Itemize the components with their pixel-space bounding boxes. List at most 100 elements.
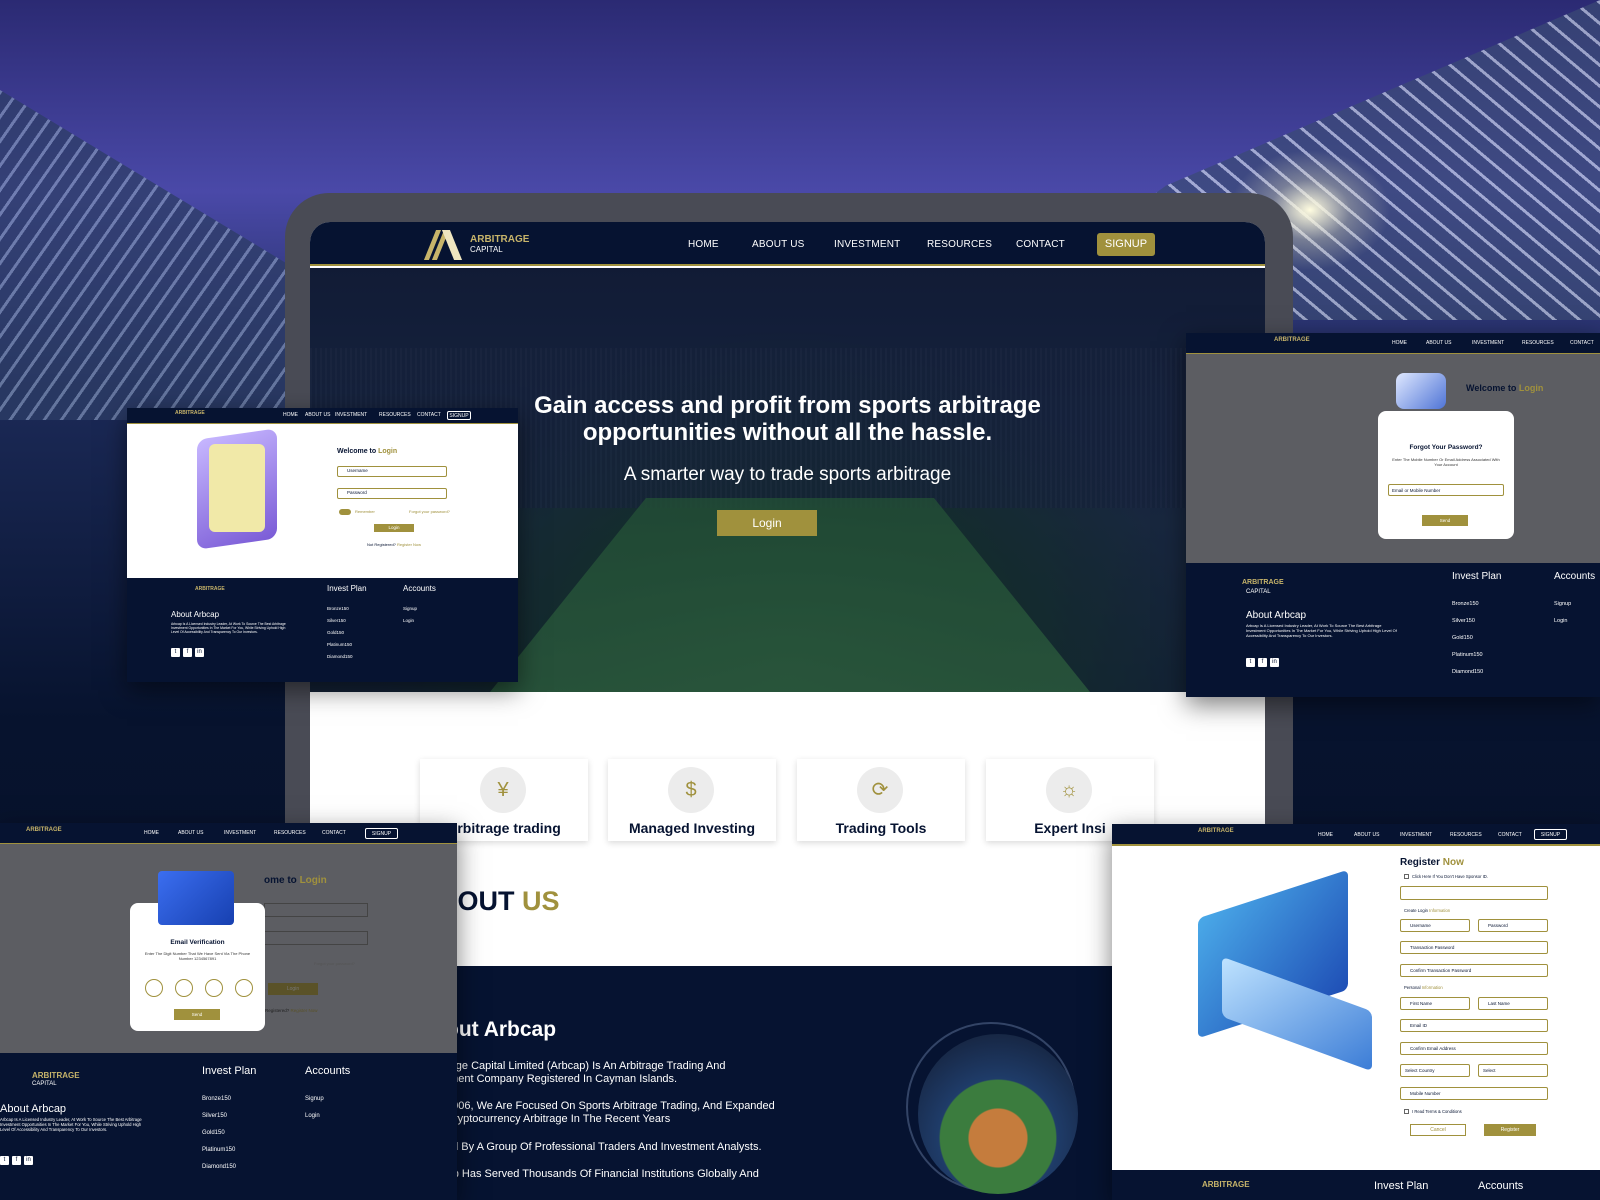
plan-link[interactable]: Bronze150 bbox=[327, 606, 349, 611]
nav-contact[interactable]: CONTACT bbox=[1570, 340, 1594, 346]
confirm-transaction-password-input[interactable]: Confirm Transaction Password bbox=[1400, 964, 1548, 977]
sponsor-id-input[interactable] bbox=[1400, 886, 1548, 900]
cancel-button[interactable]: Cancel bbox=[1410, 1124, 1466, 1136]
otp-digit-1[interactable] bbox=[145, 979, 163, 997]
twitter-icon[interactable]: t bbox=[171, 648, 180, 657]
facebook-icon[interactable]: f bbox=[183, 648, 192, 657]
nav-about-us[interactable]: ABOUT US bbox=[752, 239, 805, 250]
nav-home[interactable]: HOME bbox=[144, 830, 159, 836]
nav-contact[interactable]: CONTACT bbox=[322, 830, 346, 836]
nav-home[interactable]: HOME bbox=[688, 239, 719, 250]
login-link[interactable]: Login bbox=[305, 1113, 320, 1119]
sponsor-checkbox-label: Click Here If You Don't Have Sponsor ID. bbox=[1412, 874, 1488, 879]
last-name-input[interactable]: Last Name bbox=[1478, 997, 1548, 1010]
brand-logo-icon[interactable] bbox=[423, 228, 466, 260]
plan-link[interactable]: Diamond150 bbox=[202, 1164, 236, 1170]
plan-link[interactable]: Diamond150 bbox=[327, 654, 353, 659]
plan-link[interactable]: Platinum150 bbox=[1452, 652, 1483, 658]
brand-name: ARBITRAGE bbox=[175, 410, 205, 416]
linkedin-icon[interactable]: in bbox=[24, 1156, 33, 1165]
transaction-password-input[interactable]: Transaction Password bbox=[1400, 941, 1548, 954]
password-input[interactable]: Password bbox=[337, 488, 447, 499]
register-button[interactable]: Register bbox=[1484, 1124, 1536, 1136]
nav-investment[interactable]: INVESTMENT bbox=[834, 239, 900, 250]
signup-link[interactable]: Signup bbox=[403, 606, 417, 611]
state-select[interactable]: Select bbox=[1478, 1064, 1548, 1077]
footer-invest-title: Invest Plan bbox=[327, 584, 367, 593]
nav-investment[interactable]: INVESTMENT bbox=[1472, 340, 1504, 346]
plan-link[interactable]: Gold150 bbox=[1452, 635, 1473, 641]
nav-about-us[interactable]: ABOUT US bbox=[178, 830, 203, 836]
signup-link[interactable]: Signup bbox=[305, 1096, 324, 1102]
twitter-icon[interactable]: t bbox=[1246, 658, 1255, 667]
nav-resources[interactable]: RESOURCES bbox=[1450, 832, 1482, 838]
nav-home[interactable]: HOME bbox=[1392, 340, 1407, 346]
mobile-number-input[interactable]: Mobile Number bbox=[1400, 1087, 1548, 1100]
otp-digit-4[interactable] bbox=[235, 979, 253, 997]
nav-investment[interactable]: INVESTMENT bbox=[335, 412, 367, 418]
plan-link[interactable]: Platinum150 bbox=[327, 642, 352, 647]
login-link[interactable]: Login bbox=[403, 618, 414, 623]
nav-resources[interactable]: RESOURCES bbox=[1522, 340, 1554, 346]
linkedin-icon[interactable]: in bbox=[1270, 658, 1279, 667]
username-input[interactable]: Username bbox=[1400, 919, 1470, 932]
nav-home[interactable]: HOME bbox=[283, 412, 298, 418]
nav-home[interactable]: HOME bbox=[1318, 832, 1333, 838]
forgot-welcome: Welcome to Login bbox=[1466, 383, 1544, 393]
login-button[interactable]: Login bbox=[374, 524, 414, 532]
nav-about-us[interactable]: ABOUT US bbox=[305, 412, 330, 418]
facebook-icon[interactable]: f bbox=[1258, 658, 1267, 667]
signup-button[interactable]: SIGNUP bbox=[447, 411, 471, 420]
plan-link[interactable]: Silver150 bbox=[327, 618, 346, 623]
signup-button[interactable]: SIGNUP bbox=[1097, 233, 1155, 256]
social-links: t f in bbox=[1246, 658, 1279, 667]
service-card-tools[interactable]: ⟳ Trading Tools bbox=[797, 759, 965, 841]
nav-contact[interactable]: CONTACT bbox=[417, 412, 441, 418]
nav-about-us[interactable]: ABOUT US bbox=[1354, 832, 1379, 838]
login-panel-footer: ARBITRAGE About Arbcap Arbcap Is A Licen… bbox=[127, 578, 518, 682]
remember-toggle[interactable] bbox=[339, 509, 351, 515]
about-title: out Arbcap bbox=[446, 1018, 557, 1041]
nav-about-us[interactable]: ABOUT US bbox=[1426, 340, 1451, 346]
login-link[interactable]: Login bbox=[1554, 618, 1567, 624]
plan-link[interactable]: Bronze150 bbox=[202, 1096, 231, 1102]
email-or-mobile-input[interactable]: Email or Mobile Number bbox=[1388, 484, 1504, 496]
plan-link[interactable]: Silver150 bbox=[1452, 618, 1475, 624]
forgot-panel-navbar: ARBITRAGE HOME ABOUT US INVESTMENT RESOU… bbox=[1186, 333, 1600, 354]
send-button[interactable]: Send bbox=[174, 1009, 220, 1020]
nav-investment[interactable]: INVESTMENT bbox=[1400, 832, 1432, 838]
signup-link[interactable]: Signup bbox=[1554, 601, 1571, 607]
facebook-icon[interactable]: f bbox=[12, 1156, 21, 1165]
service-card-managed[interactable]: $ Managed Investing bbox=[608, 759, 776, 841]
forgot-password-link[interactable]: Forgot your password? bbox=[409, 509, 450, 514]
signup-button[interactable]: SIGNUP bbox=[1534, 829, 1567, 840]
terms-checkbox[interactable] bbox=[1404, 1109, 1409, 1114]
plan-link[interactable]: Gold150 bbox=[327, 630, 344, 635]
nav-resources[interactable]: RESOURCES bbox=[274, 830, 306, 836]
plan-link[interactable]: Gold150 bbox=[202, 1130, 225, 1136]
otp-digit-2[interactable] bbox=[175, 979, 193, 997]
linkedin-icon[interactable]: in bbox=[195, 648, 204, 657]
username-input[interactable]: Username bbox=[337, 466, 447, 477]
otp-digit-3[interactable] bbox=[205, 979, 223, 997]
hero-login-button[interactable]: Login bbox=[717, 510, 817, 536]
nav-contact[interactable]: CONTACT bbox=[1498, 832, 1522, 838]
send-button[interactable]: Send bbox=[1422, 515, 1468, 526]
plan-link[interactable]: Diamond150 bbox=[1452, 669, 1483, 675]
plan-link[interactable]: Silver150 bbox=[202, 1113, 227, 1119]
sponsor-checkbox[interactable] bbox=[1404, 874, 1409, 879]
signup-button[interactable]: SIGNUP bbox=[365, 828, 398, 839]
twitter-icon[interactable]: t bbox=[0, 1156, 9, 1165]
plan-link[interactable]: Platinum150 bbox=[202, 1147, 235, 1153]
nav-contact[interactable]: CONTACT bbox=[1016, 239, 1065, 250]
plan-link[interactable]: Bronze150 bbox=[1452, 601, 1479, 607]
phone-screen-illustration bbox=[209, 444, 265, 532]
nav-resources[interactable]: RESOURCES bbox=[379, 412, 411, 418]
first-name-input[interactable]: First Name bbox=[1400, 997, 1470, 1010]
email-input[interactable]: Email ID bbox=[1400, 1019, 1548, 1032]
nav-investment[interactable]: INVESTMENT bbox=[224, 830, 256, 836]
nav-resources[interactable]: RESOURCES bbox=[927, 239, 992, 250]
password-input[interactable]: Password bbox=[1478, 919, 1548, 932]
country-select[interactable]: Select Country bbox=[1400, 1064, 1470, 1077]
confirm-email-input[interactable]: Confirm Email Address bbox=[1400, 1042, 1548, 1055]
